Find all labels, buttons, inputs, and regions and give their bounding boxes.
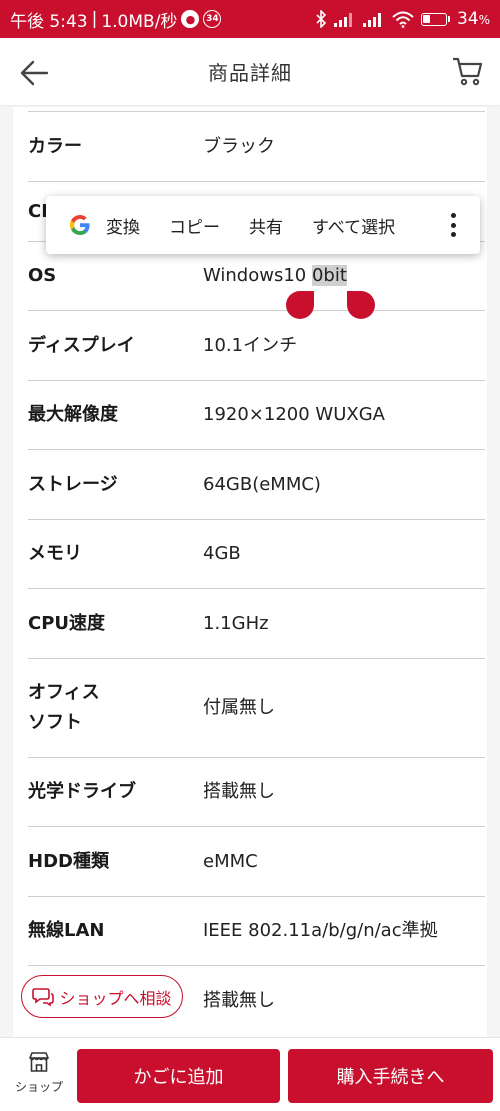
spec-value: 搭載無し — [203, 781, 275, 802]
messenger-icon: ● — [181, 10, 200, 28]
consult-shop-button[interactable]: ショップへ相談 — [21, 975, 183, 1018]
spec-row-resolution: 最大解像度 1920×1200 WUXGA — [28, 380, 485, 449]
bluetooth-icon — [316, 10, 327, 28]
menu-item-select-all[interactable]: すべて選択 — [312, 213, 395, 238]
consult-label: ショップへ相談 — [59, 988, 172, 1008]
cart-button[interactable] — [450, 54, 484, 88]
add-to-cart-button[interactable]: かごに追加 — [77, 1049, 280, 1103]
back-button[interactable] — [18, 56, 52, 90]
spec-value: IEEE 802.11a/b/g/n/ac準拠 — [203, 920, 438, 941]
storefront-icon — [29, 1052, 49, 1072]
spec-label: 光学ドライブ — [28, 781, 136, 802]
wifi-icon — [392, 11, 414, 28]
status-right: 34% — [315, 9, 490, 29]
status-bar: 午後 5:43 | 1.0MB/秒 ● 34 34% — [0, 0, 500, 38]
spec-row-storage: ストレージ 64GB(eMMC) — [28, 449, 485, 519]
google-g-icon[interactable] — [68, 213, 92, 237]
spec-row-cpu: CPU速度 1.1GHz — [28, 588, 485, 658]
battery-icon — [420, 12, 450, 26]
status-left: 午後 5:43 | 1.0MB/秒 ● 34 — [10, 7, 222, 32]
notification-count-badge: 34 — [203, 10, 222, 28]
menu-item-copy[interactable]: コピー — [169, 213, 220, 238]
menu-item-convert[interactable]: 変換 — [106, 213, 140, 238]
spec-label: カラー — [28, 135, 82, 157]
spec-label: ストレージ — [28, 473, 118, 495]
selection-handle-start[interactable] — [286, 291, 314, 319]
spec-label: CPU速度 — [28, 612, 106, 634]
spec-value: 1920×1200 WUXGA — [203, 404, 385, 425]
spec-value: 付属無し — [203, 697, 275, 718]
selected-text[interactable]: 0bit — [311, 265, 347, 286]
spec-label: HDD種類 — [28, 850, 109, 872]
spec-value: 10.1インチ — [203, 334, 298, 356]
app-header: 商品詳細 — [0, 38, 500, 106]
spec-value: 1.1GHz — [203, 612, 269, 634]
text-selection-menu: 変換 コピー 共有 すべて選択 — [46, 196, 480, 254]
bottom-action-bar: ショップ かごに追加 購入手続きへ — [0, 1037, 500, 1111]
status-time: 午後 5:43 — [10, 11, 88, 32]
checkout-button[interactable]: 購入手続きへ — [288, 1049, 493, 1103]
spec-label: 最大解像度 — [28, 404, 118, 425]
selection-handle-end[interactable] — [347, 291, 375, 319]
spec-row-color: カラー ブラック — [28, 111, 485, 181]
spec-label: 無線LAN — [28, 920, 105, 941]
spec-row-hdd-type: HDD種類 eMMC — [28, 826, 485, 896]
spec-value: 4GB — [203, 543, 241, 564]
spec-label: ディスプレイ — [28, 334, 135, 356]
spec-label: メモリ — [28, 543, 82, 564]
status-separator: | — [91, 9, 98, 29]
spec-label: OS — [28, 265, 57, 286]
status-network-speed: 1.0MB/秒 — [101, 11, 178, 32]
signal-icon-2 — [362, 13, 381, 27]
shopping-cart-icon — [453, 57, 483, 86]
spec-label: オフィス ソフト — [28, 682, 100, 733]
spec-row-wireless-lan: 無線LAN IEEE 802.11a/b/g/n/ac準拠 — [28, 896, 485, 965]
spec-value: eMMC — [203, 850, 258, 872]
spec-value[interactable]: Windows10 0bit — [203, 263, 347, 289]
menu-item-share[interactable]: 共有 — [249, 213, 283, 238]
battery-percent: 34% — [456, 9, 490, 29]
spec-row-optical-drive: 光学ドライブ 搭載無し — [28, 757, 485, 826]
spec-value: 搭載無し — [203, 989, 275, 1011]
spec-row-office: オフィス ソフト 付属無し — [28, 658, 485, 757]
spec-value: 64GB(eMMC) — [203, 473, 321, 495]
shop-label: ショップ — [14, 1080, 63, 1094]
spec-row-memory: メモリ 4GB — [28, 519, 485, 588]
more-options-icon[interactable] — [450, 213, 456, 237]
shop-button[interactable]: ショップ — [6, 1050, 72, 1108]
spec-row-display: ディスプレイ 10.1インチ — [28, 310, 485, 380]
arrow-left-icon — [20, 60, 49, 86]
page-title: 商品詳細 — [208, 61, 292, 85]
signal-icon — [333, 13, 352, 27]
chat-bubble-icon — [32, 987, 55, 1006]
spec-value: ブラック — [203, 135, 275, 157]
